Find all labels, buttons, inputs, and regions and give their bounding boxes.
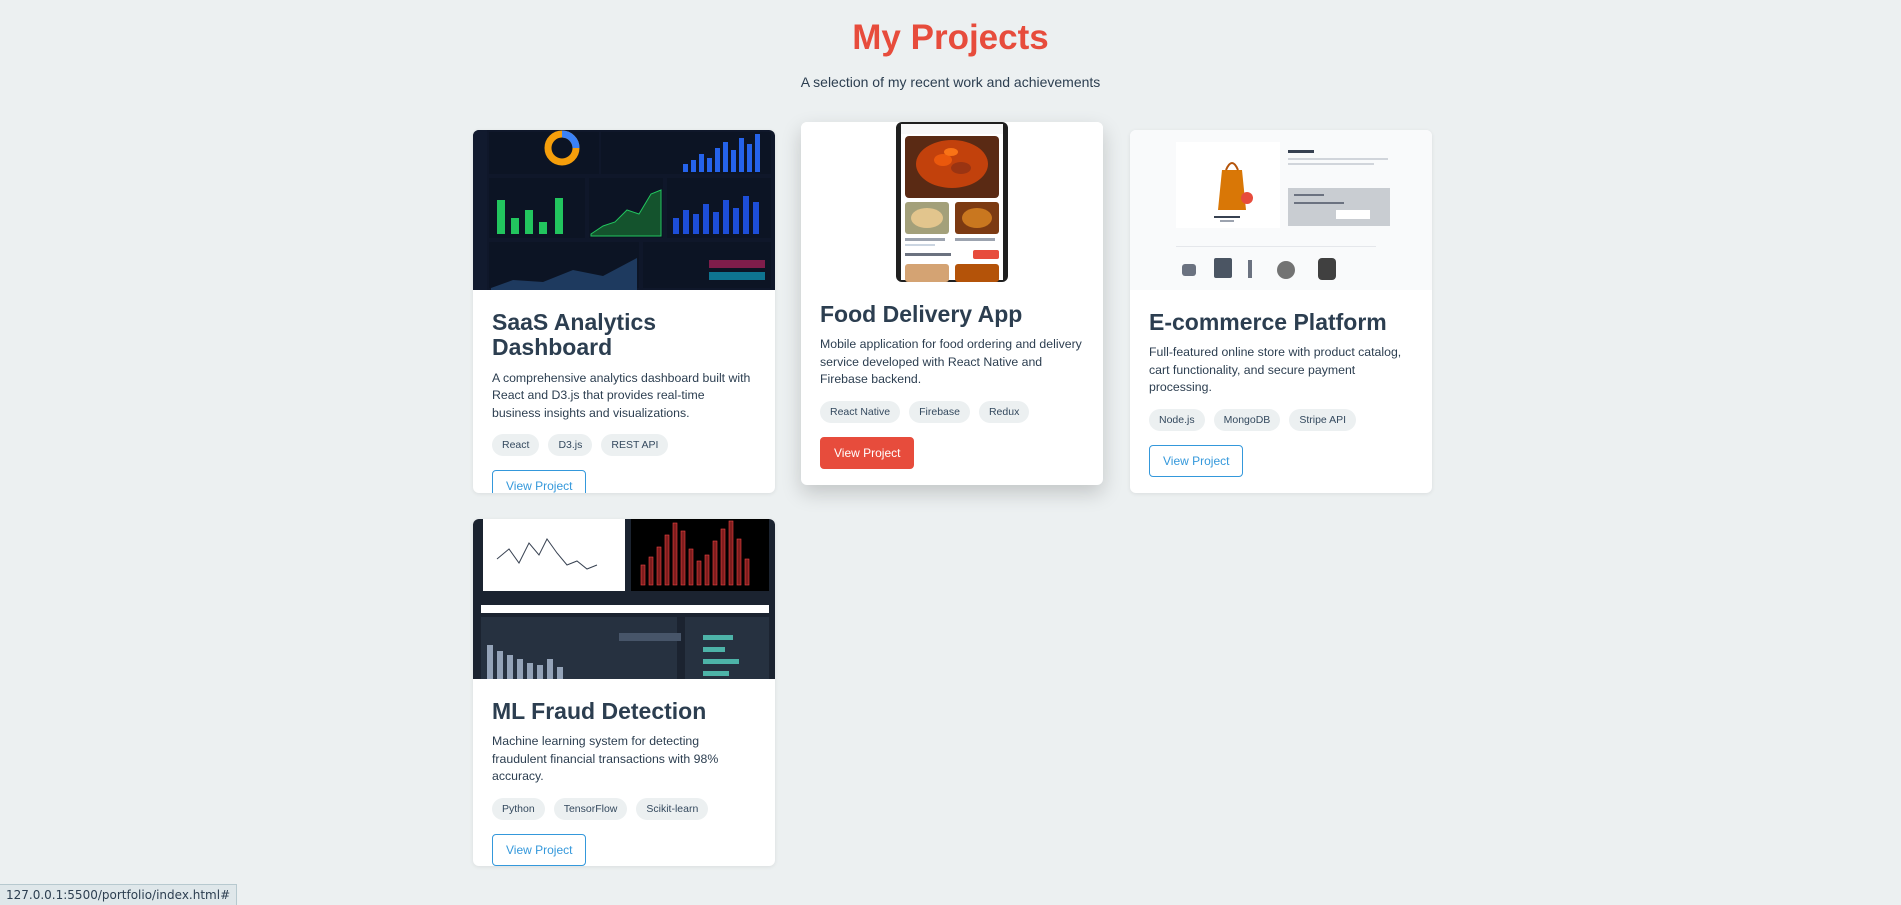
view-project-button[interactable]: View Project <box>492 470 587 493</box>
tech-tag: TensorFlow <box>553 797 628 820</box>
view-project-button[interactable]: View Project <box>1149 444 1244 477</box>
project-thumbnail <box>473 519 775 679</box>
tech-tag: Python <box>492 797 545 820</box>
tech-tag: REST API <box>601 434 669 457</box>
tech-tag: Firebase <box>909 400 970 423</box>
dashboard-screenshot-image <box>473 130 775 290</box>
tech-tag: Stripe API <box>1289 408 1357 431</box>
view-project-button[interactable]: View Project <box>820 436 915 469</box>
project-description: Machine learning system for detecting fr… <box>492 734 719 784</box>
tech-tag: React <box>492 434 540 457</box>
page-subtitle: A selection of my recent work and achiev… <box>800 74 1101 90</box>
project-title: E-commerce Platform <box>1149 309 1387 335</box>
tech-tag: Node.js <box>1149 408 1205 431</box>
tech-tag: React Native <box>820 400 901 423</box>
project-title: Food Delivery App <box>820 301 1023 327</box>
project-description: Full-featured online store with product … <box>1149 345 1402 395</box>
food-app-screenshot-image <box>801 122 1103 282</box>
tech-tags: React D3.js REST API <box>492 434 756 457</box>
project-thumbnail <box>473 130 775 290</box>
tech-tags: Python TensorFlow Scikit-learn <box>492 797 756 820</box>
project-card-ecommerce: E-commerce Platform Full-featured online… <box>1130 130 1432 493</box>
project-description: A comprehensive analytics dashboard buil… <box>492 370 751 420</box>
project-card-saas-dashboard: SaaS Analytics Dashboard A comprehensive… <box>473 130 775 493</box>
tech-tag: MongoDB <box>1213 408 1281 431</box>
project-thumbnail <box>1130 130 1432 290</box>
project-description: Mobile application for food ordering and… <box>820 337 1082 387</box>
project-card-food-delivery: Food Delivery App Mobile application for… <box>801 122 1103 485</box>
project-thumbnail <box>801 122 1103 282</box>
tech-tag: Redux <box>978 400 1030 423</box>
page-title: My Projects <box>852 18 1049 57</box>
project-card-ml-fraud: ML Fraud Detection Machine learning syst… <box>473 519 775 866</box>
tech-tag: D3.js <box>548 434 593 457</box>
project-title: ML Fraud Detection <box>492 698 707 724</box>
tech-tags: React Native Firebase Redux <box>820 400 1084 423</box>
tech-tag: Scikit-learn <box>636 797 709 820</box>
view-project-button[interactable]: View Project <box>492 833 587 866</box>
browser-status-url: 127.0.0.1:5500/portfolio/index.html# <box>0 884 238 905</box>
project-title: SaaS Analytics Dashboard <box>492 309 657 361</box>
ml-dashboard-screenshot-image <box>473 519 775 679</box>
tech-tags: Node.js MongoDB Stripe API <box>1149 408 1413 431</box>
ecommerce-screenshot-image <box>1130 130 1432 290</box>
